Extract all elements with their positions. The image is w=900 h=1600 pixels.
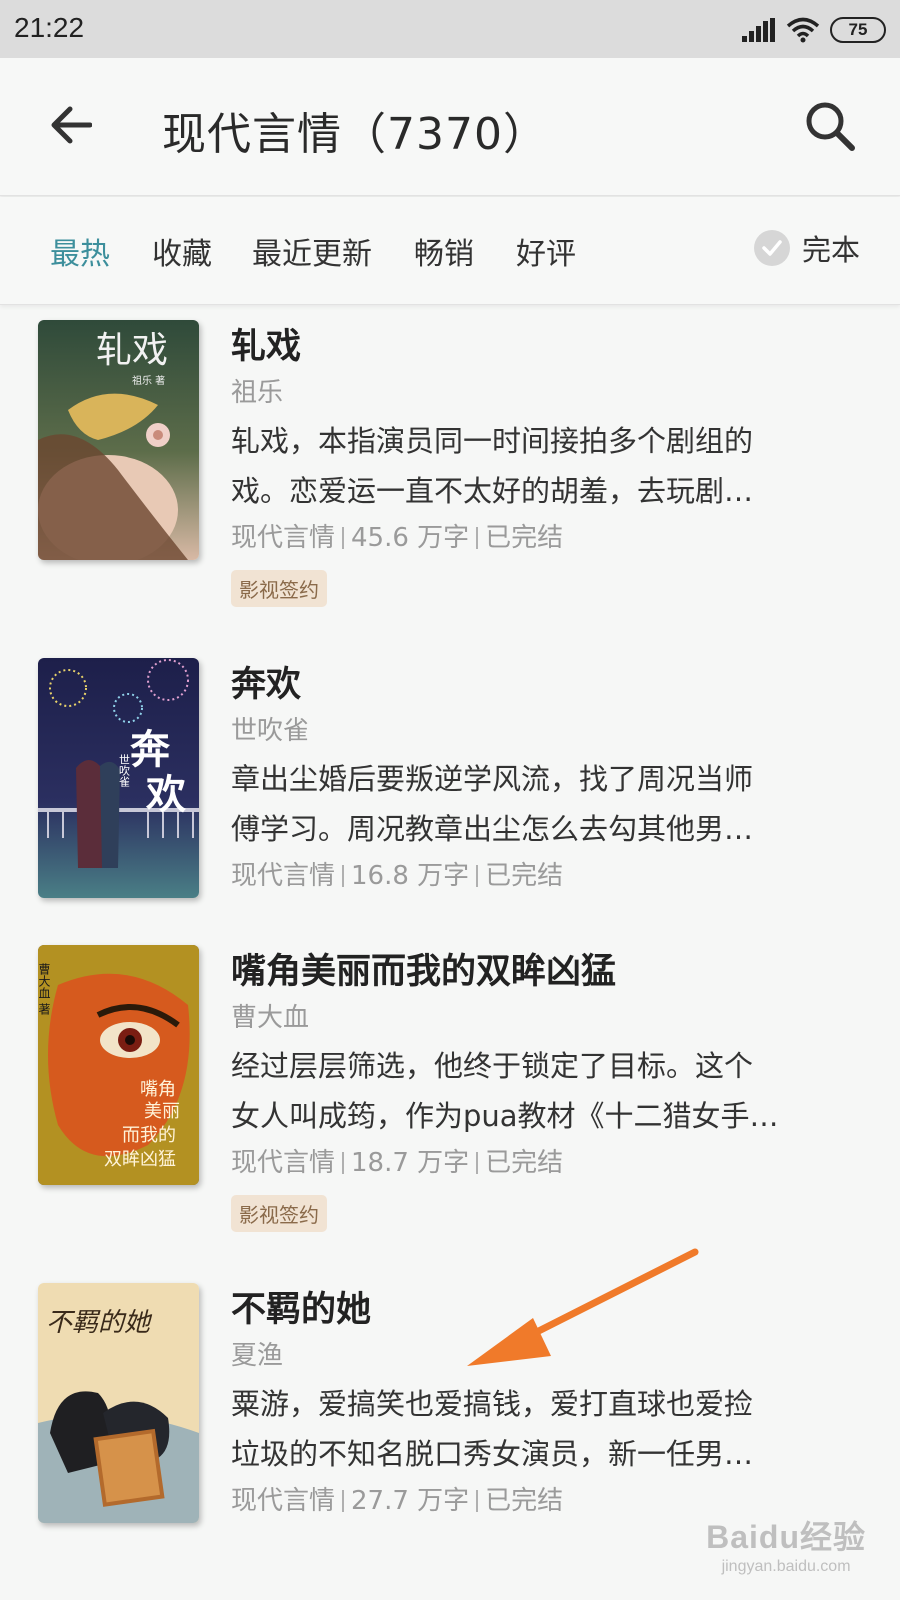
search-button[interactable] bbox=[800, 96, 860, 156]
description-line: 轧戏，本指演员同一时间接拍多个剧组的 bbox=[231, 424, 754, 458]
complete-filter-label: 完本 bbox=[801, 233, 860, 267]
meta-separator bbox=[342, 1152, 345, 1174]
book-category: 现代言情 bbox=[231, 1148, 336, 1178]
cover-author: 曹大血 著 bbox=[38, 963, 51, 1016]
book-meta: 现代言情 45.6 万字 已完结 bbox=[231, 518, 851, 558]
back-button[interactable] bbox=[40, 100, 100, 150]
book-word-count: 18.7 万字 bbox=[351, 1148, 470, 1178]
cover-title-line: 双眸凶猛 bbox=[104, 1149, 176, 1170]
book-cover[interactable]: 奔 欢 世吹雀 bbox=[38, 658, 199, 898]
page-title: 现代言情（7370） bbox=[162, 109, 548, 160]
status-bar: 21:22 75 bbox=[0, 0, 900, 58]
description-line: 章出尘婚后要叛逆学风流，找了周况当师 bbox=[231, 762, 754, 796]
tab-top-rated[interactable]: 好评 bbox=[516, 229, 576, 273]
book-word-count: 27.7 万字 bbox=[351, 1486, 470, 1516]
cover-title: 不羁的她 bbox=[46, 1308, 153, 1338]
description-line: 经过层层筛选，他终于锁定了目标。这个 bbox=[231, 1049, 754, 1083]
cover-title: 轧戏 bbox=[96, 330, 168, 371]
book-author: 祖乐 bbox=[231, 378, 284, 408]
book-word-count: 16.8 万字 bbox=[351, 861, 470, 891]
annotation-arrow-icon bbox=[467, 1248, 699, 1366]
wifi-icon bbox=[786, 17, 820, 43]
baidu-watermark: Baidu经验 jingyan.baidu.com bbox=[706, 1512, 866, 1576]
description-line: 垃圾的不知名脱口秀女演员，新一任男… bbox=[231, 1437, 754, 1471]
book-status: 已完结 bbox=[485, 1486, 564, 1516]
book-meta: 现代言情 16.8 万字 已完结 bbox=[231, 856, 851, 896]
book-word-count: 45.6 万字 bbox=[351, 523, 470, 553]
filter-bar: 最热 收藏 最近更新 畅销 好评 完本 bbox=[0, 197, 900, 305]
book-description: 章出尘婚后要叛逆学风流，找了周况当师 傅学习。周况教章出尘怎么去勾其他男… bbox=[231, 754, 851, 854]
check-circle-icon bbox=[753, 230, 790, 266]
cover-title-line: 欢 bbox=[145, 772, 186, 818]
book-title[interactable]: 轧戏 bbox=[231, 324, 851, 370]
book-category: 现代言情 bbox=[231, 523, 336, 553]
cover-title-line: 而我的 bbox=[122, 1125, 176, 1146]
book-status: 已完结 bbox=[485, 1148, 564, 1178]
tab-favorites[interactable]: 收藏 bbox=[152, 229, 212, 273]
film-contract-badge: 影视签约 bbox=[231, 570, 327, 607]
book-author: 曹大血 bbox=[231, 1003, 310, 1033]
description-line: 戏。恋爱运一直不太好的胡羞，去玩剧… bbox=[231, 474, 754, 508]
book-title[interactable]: 奔欢 bbox=[231, 662, 851, 708]
meta-separator bbox=[476, 865, 479, 887]
status-time: 21:22 bbox=[14, 12, 85, 43]
book-cover[interactable]: 轧戏 祖乐 著 bbox=[38, 320, 199, 560]
book-author: 世吹雀 bbox=[231, 716, 310, 746]
book-category: 现代言情 bbox=[231, 1486, 336, 1516]
book-status: 已完结 bbox=[485, 861, 564, 891]
book-cover[interactable]: 不羁的她 bbox=[38, 1283, 199, 1523]
tab-recently-updated[interactable]: 最近更新 bbox=[252, 229, 372, 273]
meta-separator bbox=[476, 527, 479, 549]
cover-author: 祖乐 著 bbox=[132, 374, 165, 387]
book-title[interactable]: 嘴角美丽而我的双眸凶猛 bbox=[231, 949, 851, 995]
cover-title-line: 美丽 bbox=[144, 1101, 180, 1122]
description-line: 女人叫成筠，作为pua教材《十二猎女手… bbox=[231, 1099, 779, 1133]
cover-title-line: 奔 bbox=[130, 727, 171, 773]
meta-separator bbox=[342, 527, 345, 549]
book-description: 经过层层筛选，他终于锁定了目标。这个 女人叫成筠，作为pua教材《十二猎女手… bbox=[231, 1041, 851, 1141]
description-line: 粟游，爱搞笑也爱搞钱，爱打直球也爱捡 bbox=[231, 1387, 754, 1421]
tab-hottest[interactable]: 最热 bbox=[50, 229, 110, 273]
watermark-url: jingyan.baidu.com bbox=[721, 1558, 851, 1575]
meta-separator bbox=[476, 1152, 479, 1174]
book-description: 粟游，爱搞笑也爱搞钱，爱打直球也爱捡 垃圾的不知名脱口秀女演员，新一任男… bbox=[231, 1379, 851, 1479]
cover-author: 世吹雀 bbox=[118, 754, 131, 788]
book-category: 现代言情 bbox=[231, 861, 336, 891]
status-icons: 75 bbox=[742, 14, 886, 46]
book-status: 已完结 bbox=[485, 523, 564, 553]
signal-icon bbox=[742, 18, 775, 42]
app-header: 现代言情（7370） bbox=[0, 58, 900, 196]
book-meta: 现代言情 18.7 万字 已完结 bbox=[231, 1143, 851, 1183]
book-description: 轧戏，本指演员同一时间接拍多个剧组的 戏。恋爱运一直不太好的胡羞，去玩剧… bbox=[231, 416, 851, 516]
battery-indicator: 75 bbox=[830, 17, 886, 43]
book-info: 轧戏 祖乐 轧戏，本指演员同一时间接拍多个剧组的 戏。恋爱运一直不太好的胡羞，去… bbox=[231, 324, 851, 607]
meta-separator bbox=[342, 865, 345, 887]
book-info: 奔欢 世吹雀 章出尘婚后要叛逆学风流，找了周况当师 傅学习。周况教章出尘怎么去勾… bbox=[231, 662, 851, 896]
complete-filter-toggle[interactable]: 完本 bbox=[753, 227, 860, 269]
description-line: 傅学习。周况教章出尘怎么去勾其他男… bbox=[231, 812, 754, 846]
watermark-logo: Baidu经验 bbox=[706, 1519, 866, 1555]
cover-title-line: 嘴角 bbox=[140, 1079, 176, 1100]
film-contract-badge: 影视签约 bbox=[231, 1195, 327, 1232]
back-arrow-icon bbox=[51, 106, 92, 144]
book-cover[interactable]: 曹大血 著 嘴角 美丽 而我的 双眸凶猛 bbox=[38, 945, 199, 1185]
tab-bestselling[interactable]: 畅销 bbox=[414, 229, 474, 273]
search-icon bbox=[806, 102, 855, 151]
meta-separator bbox=[476, 1490, 479, 1512]
meta-separator bbox=[342, 1490, 345, 1512]
book-info: 嘴角美丽而我的双眸凶猛 曹大血 经过层层筛选，他终于锁定了目标。这个 女人叫成筠… bbox=[231, 949, 851, 1232]
